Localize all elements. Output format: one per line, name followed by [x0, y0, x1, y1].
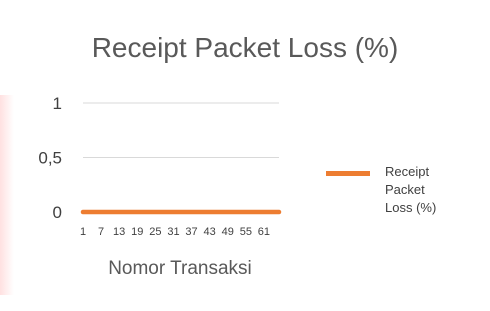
x-tick-label: 37: [185, 226, 197, 238]
y-tick-label: 0,5: [38, 149, 62, 168]
x-tick-label: 55: [240, 226, 252, 238]
legend-label: Receipt Packet Loss (%): [385, 164, 437, 215]
y-tick-label: 1: [53, 94, 62, 113]
x-axis-label: Nomor Transaksi: [108, 258, 252, 279]
x-tick-label: 19: [131, 226, 143, 238]
x-tick-label: 49: [222, 226, 234, 238]
legend-swatch: [326, 171, 370, 176]
x-tick-label: 61: [258, 226, 270, 238]
x-tick-label: 25: [149, 226, 161, 238]
chart-frame: Receipt Packet Loss (%) 0 0,5 1 1 7 13 19 25 31 3…: [0, 0, 490, 311]
x-tick-label: 13: [113, 226, 125, 238]
x-tick-label: 7: [98, 226, 104, 238]
x-tick-label: 1: [80, 226, 86, 238]
x-tick-label: 31: [167, 226, 179, 238]
x-tick-label: 43: [204, 226, 216, 238]
y-tick-label: 0: [53, 203, 62, 222]
